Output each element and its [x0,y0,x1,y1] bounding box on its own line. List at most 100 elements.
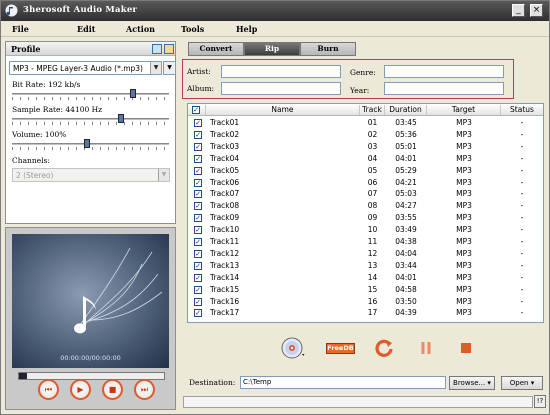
row-checkbox[interactable]: ✓ [194,238,202,246]
row-checkbox[interactable]: ✓ [194,130,202,139]
row-checkbox[interactable]: ✓ [194,214,202,223]
table-row[interactable]: ✓ Track06 06 04:21 MP3 - [188,177,543,189]
table-row[interactable]: ✓ Track05 05 05:29 MP3 - [188,165,543,177]
track-duration: 04:01 [395,272,417,282]
volume-slider-thumb[interactable] [84,139,91,148]
track-duration: 05:36 [395,129,417,139]
row-checkbox[interactable]: ✓ [194,154,202,163]
tab-rip[interactable]: Rip [244,42,300,56]
table-row[interactable]: ✓ Track11 11 04:38 MP3 - [188,236,543,248]
track-status: - [520,129,524,139]
bitrate-slider-thumb[interactable] [129,89,136,98]
menu-action[interactable]: Action [126,24,155,34]
track-status: - [520,308,524,318]
previous-button[interactable]: ⏮ [38,379,59,400]
header-duration[interactable]: Duration [385,105,427,115]
menu-edit[interactable]: Edit [77,24,95,34]
table-row[interactable]: ✓ Track01 01 03:45 MP3 - [188,117,543,129]
row-checkbox[interactable]: ✓ [194,166,202,175]
minimize-button[interactable]: _ [512,4,525,17]
menu-tools[interactable]: Tools [181,24,204,34]
pause-icon[interactable] [420,341,432,355]
track-duration: 04:21 [395,177,417,187]
year-label: Year: [350,86,370,95]
bitrate-track[interactable] [12,93,169,95]
refresh-icon[interactable] [374,338,394,358]
cd-drive-icon[interactable] [281,336,307,360]
table-row[interactable]: ✓ Track07 07 05:03 MP3 - [188,188,543,200]
open-button[interactable]: Open ▾ [501,376,543,390]
volume-ticks [12,147,169,150]
track-name: Track11 [210,237,240,246]
stop-icon[interactable] [460,342,472,354]
track-target: MP3 [456,177,472,187]
volume-track[interactable] [12,143,169,145]
format-select[interactable]: MP3 - MPEG Layer-3 Audio (*.mp3) ▼ [9,61,162,75]
track-target: MP3 [456,165,472,175]
table-row[interactable]: ✓ Track04 04 04:01 MP3 - [188,153,543,165]
help-button[interactable]: !? [534,395,546,408]
tab-burn[interactable]: Burn [300,42,356,56]
table-row[interactable]: ✓ Track12 12 04:04 MP3 - [188,248,543,260]
table-row[interactable]: ✓ Track09 09 03:55 MP3 - [188,212,543,224]
next-button[interactable]: ⏭ [134,379,155,400]
chevron-down-icon: ▼ [158,169,169,181]
album-input[interactable] [221,82,341,95]
row-checkbox[interactable]: ✓ [194,249,202,258]
artist-input[interactable] [221,65,341,78]
track-duration: 03:55 [395,213,417,223]
freedb-button[interactable]: FreeDB [326,343,355,354]
row-checkbox[interactable]: ✓ [194,309,202,318]
row-checkbox[interactable]: ✓ [194,285,202,294]
track-status: - [520,272,524,282]
table-row[interactable]: ✓ Track02 02 05:36 MP3 - [188,129,543,141]
header-status[interactable]: Status [501,105,543,115]
play-button[interactable]: ▶ [70,379,91,400]
close-button[interactable]: × [530,4,543,17]
menu-file[interactable]: File [12,24,29,34]
tab-convert[interactable]: Convert [188,42,244,56]
save-profile-icon[interactable] [152,44,162,54]
seek-thumb[interactable] [19,373,27,379]
format-menu-button[interactable]: ▼ [163,61,176,75]
edit-profile-icon[interactable] [164,44,174,54]
table-row[interactable]: ✓ Track15 15 04:58 MP3 - [188,284,543,296]
row-checkbox[interactable]: ✓ [194,142,202,151]
table-row[interactable]: ✓ Track10 10 03:49 MP3 - [188,224,543,236]
row-checkbox[interactable]: ✓ [194,261,202,270]
track-target: MP3 [456,141,472,151]
row-checkbox[interactable]: ✓ [194,178,202,187]
header-name[interactable]: Name [206,105,360,115]
samplerate-slider-thumb[interactable] [117,114,124,123]
table-row[interactable]: ✓ Track08 08 04:27 MP3 - [188,200,543,212]
row-checkbox[interactable]: ✓ [194,190,202,199]
row-checkbox[interactable]: ✓ [194,119,202,127]
stop-button[interactable]: ■ [102,379,123,400]
row-checkbox[interactable]: ✓ [194,226,202,235]
year-input[interactable] [384,82,504,95]
row-checkbox[interactable]: ✓ [194,202,202,211]
track-number: 12 [367,248,378,258]
action-toolbar: FreeDB [187,327,544,372]
browse-button[interactable]: Browse... ▾ [449,376,495,390]
destination-input[interactable]: C:\Temp [240,376,446,389]
table-row[interactable]: ✓ Track17 17 04:39 MP3 - [188,307,543,319]
track-duration: 03:45 [395,118,417,127]
menu-help[interactable]: Help [236,24,257,34]
table-row[interactable]: ✓ Track13 13 03:44 MP3 - [188,260,543,272]
header-target[interactable]: Target [427,105,501,115]
row-checkbox[interactable]: ✓ [194,297,202,306]
table-row[interactable]: ✓ Track14 14 04:01 MP3 - [188,272,543,284]
genre-input[interactable] [384,65,504,78]
select-all-checkbox[interactable]: ✓ [192,106,200,114]
row-checkbox[interactable]: ✓ [194,273,202,282]
app-icon [5,4,18,17]
table-row[interactable]: ✓ Track16 16 03:50 MP3 - [188,296,543,308]
header-track[interactable]: Track [360,105,385,115]
channels-select[interactable]: 2 (Stereo) ▼ [12,168,170,182]
track-status: - [520,189,524,199]
table-row[interactable]: ✓ Track03 03 05:01 MP3 - [188,141,543,153]
track-name: Track14 [210,272,240,282]
samplerate-track[interactable] [12,118,169,120]
select-all-header[interactable]: ✓ [188,105,206,115]
